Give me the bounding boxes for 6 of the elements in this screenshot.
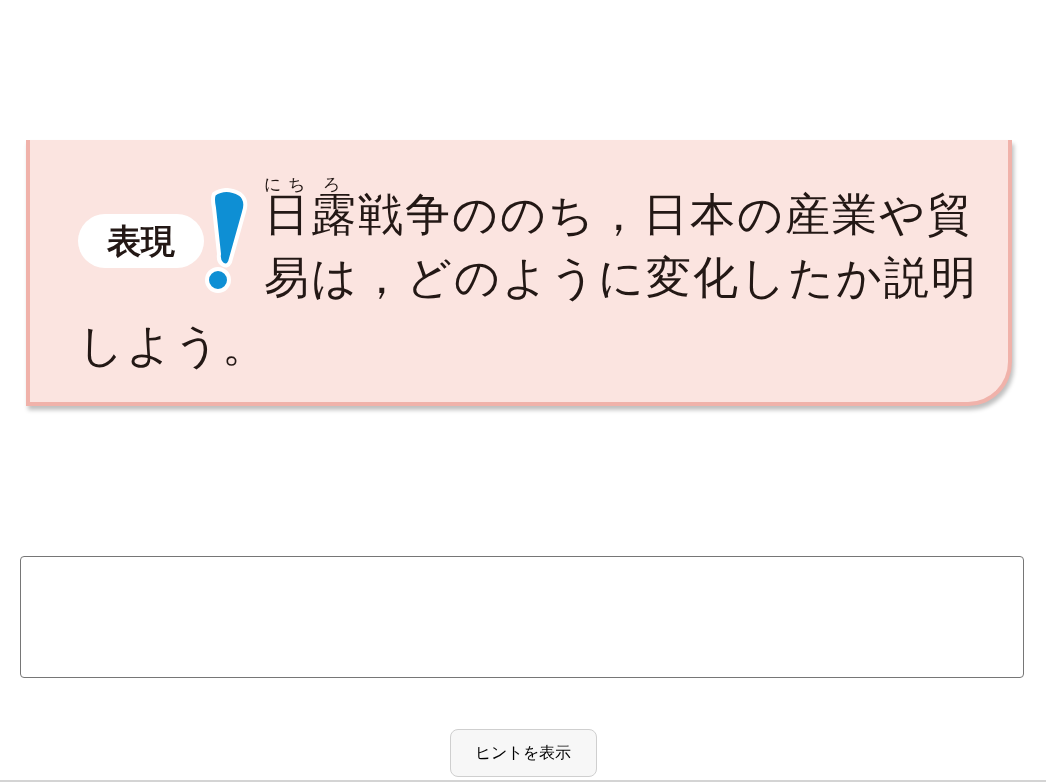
question-text: 日 にち 露 ろ 戦争ののち，日本の産業や貿 — [264, 176, 974, 242]
section-label: 表現 — [78, 214, 204, 268]
question-text: 易は，どのように変化したか説明 — [264, 251, 978, 305]
answer-field[interactable] — [20, 556, 1024, 678]
hint-button[interactable]: ヒントを表示 — [449, 729, 597, 777]
question-text: しよう。 — [78, 319, 269, 373]
